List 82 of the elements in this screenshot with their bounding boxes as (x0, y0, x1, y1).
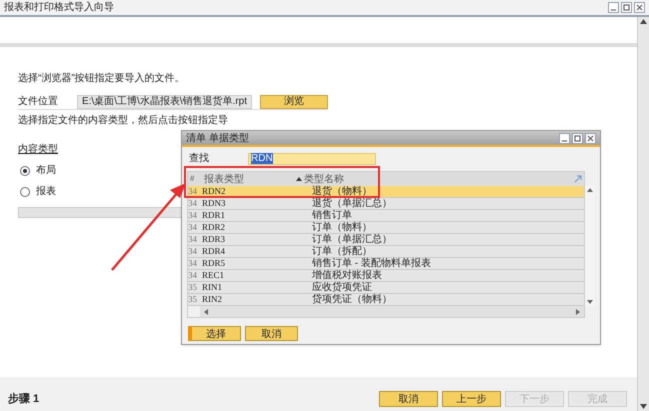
scroll-right-icon[interactable] (576, 308, 580, 314)
table-cell-text: 订单（拆配） (312, 246, 373, 257)
table-row[interactable]: 34 RDR1 销售订单 (188, 210, 584, 222)
minimize-button[interactable] (608, 2, 619, 13)
dialog-button[interactable]: 取消 (245, 326, 298, 341)
close-button[interactable] (634, 2, 645, 13)
dialog-title: 清单 单据类型 (186, 132, 249, 146)
close-button[interactable] (585, 132, 596, 144)
row-number: 35 (188, 294, 198, 305)
maximize-icon (623, 4, 630, 11)
close-icon (636, 4, 643, 11)
table-cell-text: RDN2 (202, 186, 227, 197)
radio-button[interactable] (20, 166, 30, 176)
scroll-down-icon[interactable] (587, 300, 593, 304)
scroll-up-icon[interactable] (587, 188, 593, 192)
step-label: 步骤 1 (8, 392, 40, 406)
table-row[interactable]: 34 RDN2 退货（物料） (188, 186, 584, 198)
window-title: 报表和打印格式导入向导 (4, 0, 114, 15)
table-cell-text: 订单（物料） (312, 222, 373, 233)
table-cell-text: RDR5 (202, 258, 226, 269)
table-cell-text: REC1 (202, 270, 226, 281)
sort-ascending-icon (296, 177, 302, 181)
field-label: 文件位置 (18, 94, 59, 109)
column-header[interactable]: # (188, 173, 200, 185)
table-cell-text: RDR3 (202, 234, 226, 245)
scroll-left-icon[interactable] (204, 308, 208, 314)
table-row[interactable]: 35 RIN2 贷项凭证（物料） (188, 294, 584, 306)
row-number: 34 (188, 246, 198, 257)
table-cell-text: RDR4 (202, 246, 226, 257)
table-cell-text: 应收贷项凭证 (312, 282, 373, 293)
instruction-text: 选择指定文件的内容类型，然后点击按钮指定导 (18, 114, 228, 128)
table-row[interactable]: 34 REC1 增值税对账报表 (188, 270, 584, 282)
close-icon (587, 134, 594, 142)
table-cell-text: 退货（单据汇总） (312, 198, 393, 209)
table-row[interactable]: 35 RIN1 应收贷项凭证 (188, 282, 584, 294)
wizard-button[interactable]: 上一步 (442, 391, 501, 407)
table-cell-text: 销售订单 (312, 210, 353, 221)
maximize-button[interactable] (621, 2, 632, 13)
table-cell-text: 订单（单据汇总） (312, 234, 393, 245)
table-row[interactable]: 34 RDR3 订单（单据汇总） (188, 234, 584, 246)
maximize-icon (574, 134, 581, 142)
vertical-scrollbar[interactable] (637, 17, 649, 411)
file-path-field[interactable]: E:\桌面\工博\水晶报表\销售退货单.rpt (76, 94, 252, 108)
row-number: 34 (188, 258, 198, 269)
browse-button[interactable]: 浏览 (260, 94, 328, 108)
row-number: 34 (188, 222, 198, 233)
table-cell-text: RDR2 (202, 222, 226, 233)
table-cell-text: 销售订单 - 装配物料单报表 (312, 258, 432, 269)
vertical-scrollbar[interactable] (585, 185, 595, 307)
minimize-button[interactable] (559, 132, 570, 144)
radio-label: 布局 (36, 164, 56, 178)
dialog-button[interactable]: 选择 (188, 326, 241, 341)
table-cell-text: RDN3 (202, 198, 227, 209)
row-number: 34 (188, 270, 198, 281)
table-row[interactable]: 34 RDR2 订单（物料） (188, 222, 584, 234)
column-header[interactable]: 报表类型 (200, 172, 296, 186)
row-number: 34 (188, 198, 198, 209)
radio-label: 报表 (36, 184, 56, 199)
column-header[interactable]: 类型名称 (302, 172, 574, 186)
section-label: 内容类型 (18, 142, 58, 157)
table-cell-text: RIN1 (202, 282, 223, 293)
table-cell-text: 退货（物料） (312, 186, 373, 197)
table-row[interactable]: 34 RDN3 退货（单据汇总） (188, 198, 584, 210)
maximize-button[interactable] (572, 132, 583, 144)
instruction-text: 选择“浏览器”按钮指定要导入的文件。 (18, 72, 186, 86)
scroll-down-icon[interactable] (640, 404, 647, 409)
table-cell-text: 贷项凭证（物料） (312, 294, 393, 305)
table-cell-text: RDR1 (202, 210, 226, 221)
scroll-up-icon[interactable] (640, 19, 647, 24)
table-row[interactable]: 34 RDR4 订单（拆配） (188, 246, 584, 258)
row-number: 35 (188, 282, 198, 293)
row-number: 34 (188, 210, 198, 221)
horizontal-scrollbar[interactable] (200, 306, 584, 317)
row-number: 34 (188, 186, 198, 197)
row-number: 34 (188, 234, 198, 245)
search-field[interactable]: RDN (248, 152, 376, 164)
radio-button[interactable] (20, 186, 30, 196)
table-row[interactable]: 34 RDR5 销售订单 - 装配物料单报表 (188, 258, 584, 270)
table-cell-text: RIN2 (202, 294, 223, 305)
search-label: 查找 (189, 152, 210, 166)
table-cell-text: 增值税对账报表 (312, 270, 383, 281)
wizard-button[interactable]: 取消 (379, 391, 438, 407)
